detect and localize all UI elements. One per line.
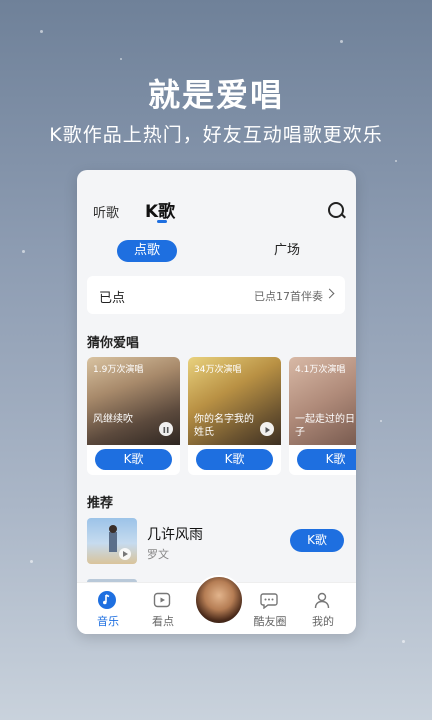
bottom-nav: 音乐 看点 酷友圈 我的 [77,575,356,634]
play-count: 4.1万次演唱 [295,365,346,375]
nav-music[interactable]: 音乐 [83,583,133,634]
snow-particle [30,560,33,563]
card-song-title: 风继续吹 [93,414,133,425]
karaoke-button[interactable]: K歌 [95,449,172,470]
ordered-row[interactable]: 已点 已点17首伴奏 [87,276,345,314]
card-song-title: 你的名字我的姓氏 [194,414,254,438]
snow-particle [395,160,397,162]
song-card[interactable]: 4.1万次演唱 一起走过的日子 K歌 [289,357,356,475]
song-card[interactable]: 34万次演唱 你的名字我的姓氏 K歌 [188,357,281,475]
music-note-icon [98,591,116,609]
promo-subline: K歌作品上热门，好友互动唱歌更欢乐 [49,124,383,146]
nav-circle[interactable]: 酷友圈 [245,583,295,634]
guess-cards: 1.9万次演唱 风继续吹 K歌 34万次演唱 你的名字我的姓氏 K歌 4.1万次… [87,357,356,475]
play-icon[interactable] [260,422,274,436]
tab-karaoke[interactable]: K歌 [145,197,175,222]
segment-plaza[interactable]: 广场 [262,240,312,262]
nav-mine[interactable]: 我的 [298,583,348,634]
ordered-label: 已点 [99,291,126,306]
snow-particle [380,420,382,422]
snow-particle [402,640,405,643]
chevron-right-icon [324,288,335,299]
play-count: 1.9万次演唱 [93,365,144,375]
snow-particle [120,58,122,60]
karaoke-button[interactable]: K歌 [290,529,344,552]
nav-watch[interactable]: 看点 [138,583,188,634]
active-tab-indicator [157,220,167,223]
segment-order-songs[interactable]: 点歌 [117,240,177,262]
chat-bubble-icon [260,593,278,609]
search-icon[interactable] [328,202,344,218]
promo-headline: 就是爱唱 [147,76,284,114]
karaoke-button[interactable]: K歌 [297,449,356,470]
avatar[interactable] [194,575,244,625]
card-song-title: 一起走过的日子 [295,414,355,438]
snow-particle [340,40,343,43]
song-card[interactable]: 1.9万次演唱 风继续吹 K歌 [87,357,180,475]
user-icon [314,592,330,609]
album-cover [87,518,137,564]
snow-particle [22,250,25,253]
section-title-recommend: 推荐 [87,496,114,511]
song-artist: 罗文 [147,548,169,561]
nav-label: 酷友圈 [253,615,287,628]
phone-screen: 听歌 K歌 点歌 广场 已点 已点17首伴奏 猜你爱唱 1.9万次演唱 风继续吹… [77,170,356,634]
snow-particle [40,30,43,33]
karaoke-button[interactable]: K歌 [196,449,273,470]
play-count: 34万次演唱 [194,365,242,375]
section-title-guess: 猜你爱唱 [87,336,140,351]
top-bar: 听歌 K歌 [77,170,356,230]
nav-label: 我的 [312,615,334,628]
nav-label: 看点 [152,615,174,628]
video-icon [153,592,171,608]
ordered-count: 已点17首伴奏 [254,290,323,303]
tab-listen[interactable]: 听歌 [93,202,119,221]
song-title: 几许风雨 [147,527,203,543]
nav-label: 音乐 [97,615,119,628]
pause-icon[interactable] [159,422,173,436]
list-item[interactable]: 几许风雨 罗文 K歌 [77,516,356,566]
